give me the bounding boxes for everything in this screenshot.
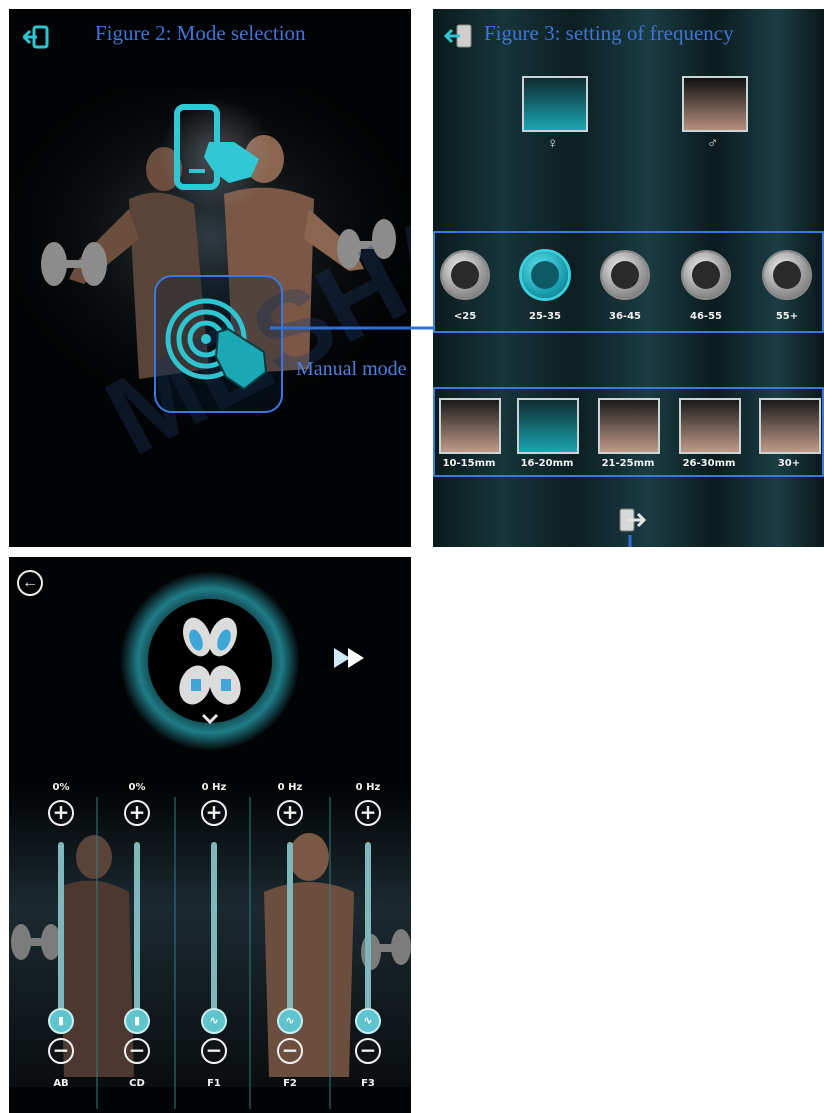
person-avatar-icon [531, 261, 559, 289]
figure3-title: Figure 3: setting of frequency [484, 21, 734, 45]
wave-icon: ∿ [209, 1014, 219, 1027]
slider-track[interactable] [134, 842, 140, 1019]
age-label: 46-55 [690, 311, 722, 322]
back-button[interactable]: ← [17, 570, 43, 596]
figure2-title: Figure 2: Mode selection [95, 21, 306, 45]
intensity-icon: ▮ [57, 1014, 65, 1027]
slider-track[interactable] [287, 842, 293, 1019]
age-button-0[interactable] [442, 252, 488, 298]
slider-knob[interactable]: ▮ [48, 1008, 74, 1034]
plus-button[interactable]: + [48, 800, 74, 826]
figure4-panel: ← 0% + ▮ − AB 0% + ▮ − CD 0 Hz + ∿ − F1 0 Hz + ∿ − F2 0 Hz + ∿… [9, 557, 411, 1113]
slider-track[interactable] [365, 842, 371, 1019]
male-icon: ♂ [707, 135, 719, 152]
age-label: 55+ [775, 311, 799, 322]
slider-track[interactable] [58, 842, 64, 1019]
slider-value: 0 Hz [355, 782, 381, 793]
slider-value: 0% [128, 782, 146, 793]
thickness-button-0[interactable] [439, 398, 501, 454]
intensity-icon: ▮ [133, 1014, 141, 1027]
manual-mode-button[interactable] [154, 275, 283, 413]
slider-knob[interactable]: ∿ [201, 1008, 227, 1034]
person-avatar-icon [611, 261, 639, 289]
person-avatar-icon [451, 261, 479, 289]
minus-button[interactable]: − [48, 1038, 74, 1064]
mobile-mode-button[interactable] [159, 97, 274, 212]
thickness-button-3[interactable] [679, 398, 741, 454]
age-button-2[interactable] [602, 252, 648, 298]
minus-button[interactable]: − [277, 1038, 303, 1064]
wave-icon: ∿ [363, 1014, 373, 1027]
minus-button[interactable]: − [355, 1038, 381, 1064]
slider-name: F2 [283, 1078, 297, 1089]
age-button-1[interactable] [522, 252, 568, 298]
thickness-label: 26-30mm [682, 458, 736, 469]
slider-value: 0% [52, 782, 70, 793]
exit-icon[interactable] [23, 25, 49, 49]
person-avatar-icon [692, 261, 720, 289]
thickness-button-1[interactable] [517, 398, 579, 454]
plus-button[interactable]: + [277, 800, 303, 826]
slider-name: F1 [207, 1078, 221, 1089]
age-button-4[interactable] [764, 252, 810, 298]
slider-value: 0 Hz [277, 782, 303, 793]
gender-male-button[interactable] [682, 76, 748, 132]
female-icon: ♀ [547, 135, 559, 152]
wave-icon: ∿ [285, 1014, 295, 1027]
figure2-panel: MESHAPE Figure 2: Mode selection Manual … [9, 9, 411, 547]
person-avatar-icon [773, 261, 801, 289]
thickness-label: 21-25mm [601, 458, 655, 469]
figure3-panel: Figure 3: setting of frequency ♀ ♂ <25 25… [433, 9, 824, 547]
manual-mode-label: Manual mode [296, 358, 407, 380]
age-label: 36-45 [609, 311, 641, 322]
age-label: 25-35 [529, 311, 561, 322]
slider-knob[interactable]: ∿ [355, 1008, 381, 1034]
manual-touch-icon [165, 298, 268, 391]
slider-track[interactable] [211, 842, 217, 1019]
minus-button[interactable]: − [201, 1038, 227, 1064]
exit-icon[interactable] [444, 23, 474, 49]
forward-arrow-icon[interactable] [334, 645, 370, 671]
plus-button[interactable]: + [355, 800, 381, 826]
slider-value: 0 Hz [201, 782, 227, 793]
slider-knob[interactable]: ∿ [277, 1008, 303, 1034]
gender-female-button[interactable] [522, 76, 588, 132]
thickness-button-2[interactable] [598, 398, 660, 454]
slider-knob[interactable]: ▮ [124, 1008, 150, 1034]
slider-name: AB [53, 1078, 69, 1089]
thickness-label: 16-20mm [520, 458, 574, 469]
slider-name: CD [129, 1078, 145, 1089]
slider-name: F3 [361, 1078, 375, 1089]
plus-button[interactable]: + [124, 800, 150, 826]
plus-button[interactable]: + [201, 800, 227, 826]
thickness-label: 10-15mm [442, 458, 496, 469]
age-button-3[interactable] [683, 252, 729, 298]
age-label: <25 [453, 311, 477, 322]
thickness-button-4[interactable] [759, 398, 821, 454]
next-pointer-arrow [628, 535, 632, 547]
thickness-label: 30+ [777, 458, 801, 469]
next-button[interactable] [618, 506, 648, 534]
phone-touch-icon [174, 104, 259, 190]
minus-button[interactable]: − [124, 1038, 150, 1064]
